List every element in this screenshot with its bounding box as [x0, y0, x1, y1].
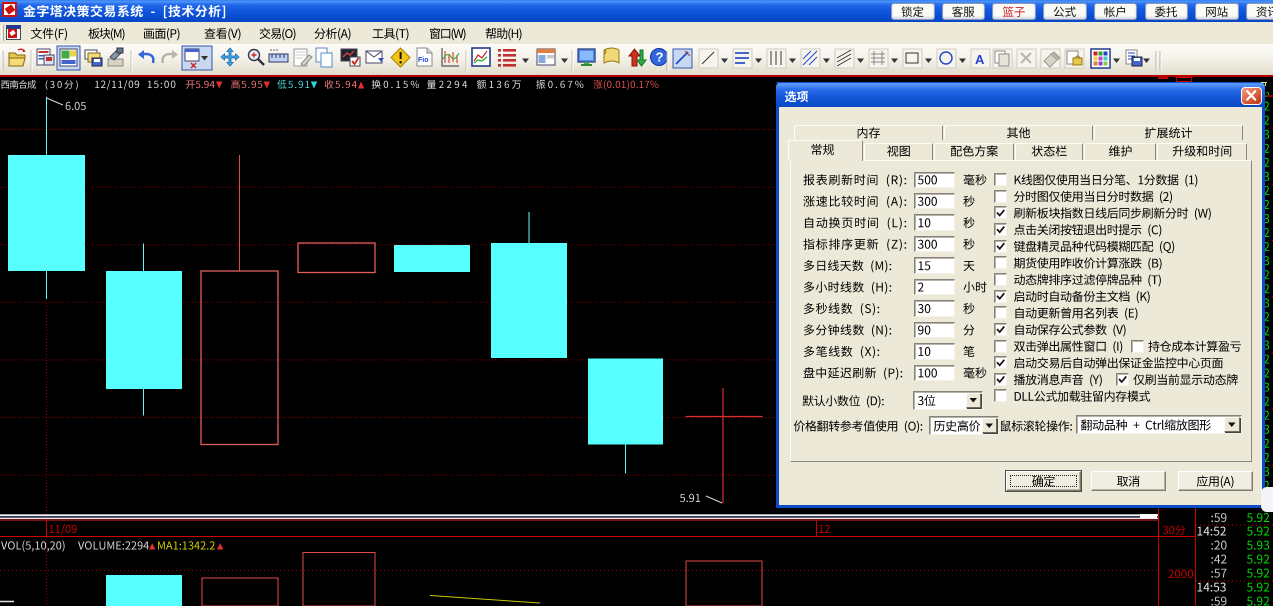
svg-text:?: ?	[656, 50, 664, 65]
svg-text:Fio: Fio	[418, 57, 429, 64]
svg-text:A: A	[975, 52, 985, 67]
